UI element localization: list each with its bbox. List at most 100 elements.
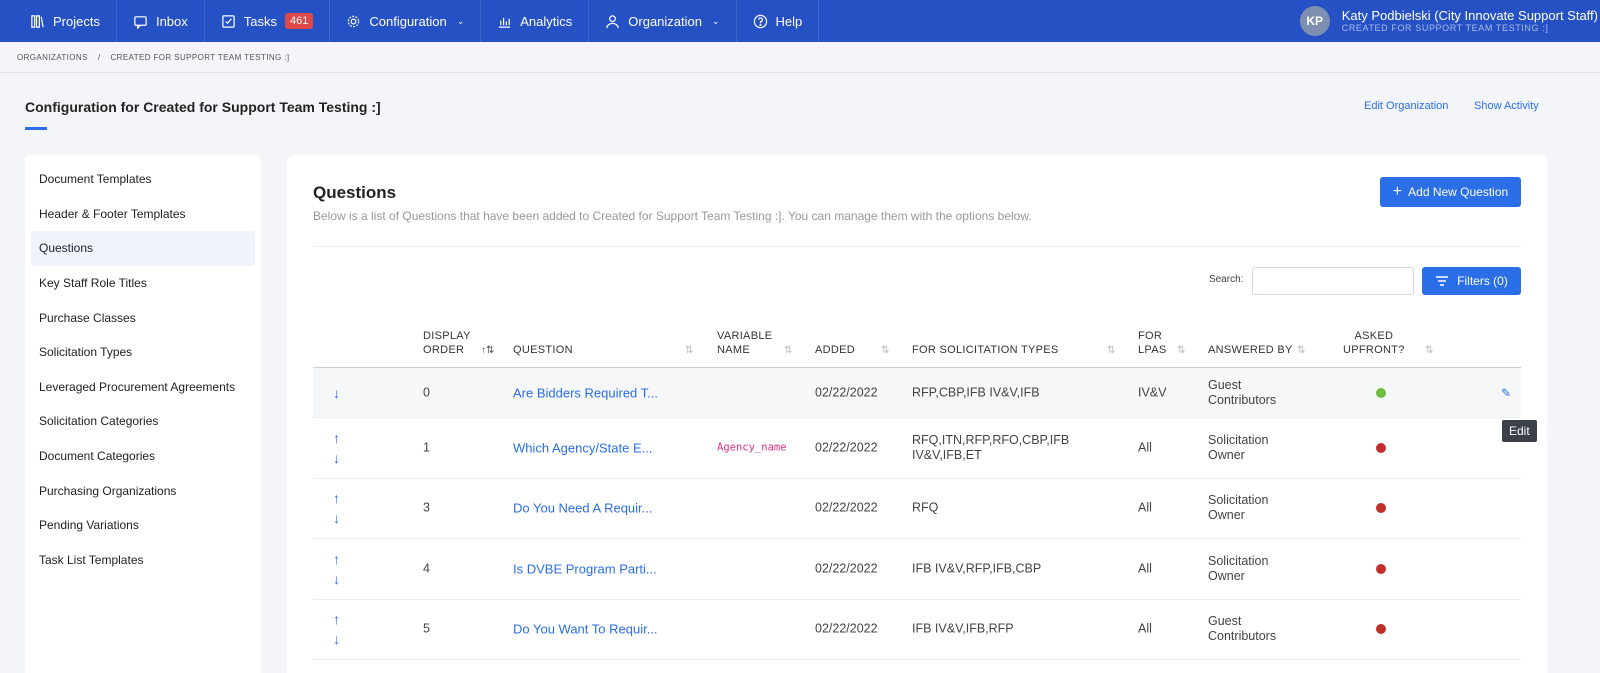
question-link[interactable]: Do You Need A Requir... xyxy=(513,501,653,516)
question-link[interactable]: Is DVBE Program Parti... xyxy=(513,561,657,576)
nav-tasks[interactable]: Tasks 461 xyxy=(205,0,331,42)
sort-icon[interactable]: ⇅ xyxy=(1177,345,1185,356)
sidebar-item-task-list-templates[interactable]: Task List Templates xyxy=(31,543,255,578)
page-title: Configuration for Created for Support Te… xyxy=(25,99,381,115)
sidebar-item-solicitation-categories[interactable]: Solicitation Categories xyxy=(31,404,255,439)
show-activity-link[interactable]: Show Activity xyxy=(1474,100,1539,112)
top-nav: Projects Inbox Tasks 461 Configuration ⌄… xyxy=(0,0,1600,42)
reorder-controls: ↑ ↓ xyxy=(333,549,340,589)
sort-icon[interactable]: ⇅ xyxy=(784,345,792,356)
reorder-controls: ↑ ↓ xyxy=(333,609,340,649)
table-row: ↑ ↓ 1 Which Agency/State E... Agency_name 02/… xyxy=(313,418,1521,479)
cell-answered-by: Solicitation Owner xyxy=(1208,553,1269,583)
sidebar-item-questions[interactable]: Questions xyxy=(31,231,255,266)
nav-analytics[interactable]: Analytics xyxy=(481,0,590,42)
col-display-order[interactable]: DISPLAY ORDER xyxy=(423,329,471,357)
nav-organization[interactable]: Organization ⌄ xyxy=(589,0,737,42)
nav-inbox-label: Inbox xyxy=(155,13,188,29)
nav-projects-label: Projects xyxy=(53,13,100,29)
question-link[interactable]: Are Bidders Required T... xyxy=(513,385,658,400)
col-variable-name-line1: VARIABLE xyxy=(717,330,773,342)
col-lpas[interactable]: FOR LPAS xyxy=(1138,329,1167,357)
reorder-controls: ↑ ↓ xyxy=(333,428,340,468)
sort-icon[interactable]: ⇅ xyxy=(685,345,693,356)
sort-icon[interactable]: ⇅ xyxy=(1297,345,1305,356)
nav-inbox[interactable]: Inbox xyxy=(117,0,205,42)
move-up-icon[interactable]: ↑ xyxy=(333,609,340,629)
pencil-icon[interactable]: ✎ xyxy=(1501,386,1511,400)
user-menu[interactable]: KP Katy Podbielski (City Innovate Suppor… xyxy=(1299,0,1600,42)
sidebar-item-pending-variations[interactable]: Pending Variations xyxy=(31,508,255,543)
add-new-question-button[interactable]: + Add New Question xyxy=(1380,177,1521,207)
sort-icon[interactable]: ⇅ xyxy=(1107,345,1115,356)
sort-asc-icon[interactable]: ↑⇅ xyxy=(481,345,494,356)
status-dot-no xyxy=(1376,503,1386,514)
nav-tasks-label: Tasks xyxy=(243,13,278,29)
nav-help[interactable]: Help xyxy=(737,0,820,42)
question-link[interactable]: Do You Want To Requir... xyxy=(513,622,658,637)
move-down-icon[interactable]: ↓ xyxy=(333,448,340,468)
col-variable-name[interactable]: VARIABLE NAME xyxy=(717,329,772,357)
col-lpas-line1: FOR xyxy=(1138,330,1163,342)
edit-organization-link[interactable]: Edit Organization xyxy=(1364,100,1448,112)
move-up-icon[interactable]: ↑ xyxy=(333,428,340,448)
nav-projects[interactable]: Projects xyxy=(0,0,117,42)
title-underline xyxy=(25,127,47,130)
nav-organization-label: Organization xyxy=(628,13,702,29)
filters-button[interactable]: Filters (0) xyxy=(1422,267,1521,295)
col-solicitation-types[interactable]: FOR SOLICITATION TYPES xyxy=(912,343,1059,357)
breadcrumb-divider xyxy=(0,72,1600,73)
breadcrumb-separator: / xyxy=(97,53,101,62)
user-name: Katy Podbielski (City Innovate Support S… xyxy=(1341,8,1598,23)
nav-analytics-label: Analytics xyxy=(520,13,573,29)
table-row: ↓ 0 Are Bidders Required T... 02/22/2022 RFP… xyxy=(313,368,1521,418)
cell-display-order: 1 xyxy=(423,440,430,455)
questions-panel: Questions Below is a list of Questions t… xyxy=(287,155,1547,673)
sidebar-item-header-footer-templates[interactable]: Header & Footer Templates xyxy=(31,197,255,232)
sort-icon[interactable]: ⇅ xyxy=(881,345,889,356)
table-header: DISPLAY ORDER ↑⇅ QUESTION ⇅ VARIABLE NAME … xyxy=(313,328,1521,368)
cell-lpas: All xyxy=(1138,561,1152,576)
add-new-question-label: Add New Question xyxy=(1408,185,1509,199)
question-link[interactable]: Which Agency/State E... xyxy=(513,440,652,455)
sidebar-item-document-categories[interactable]: Document Categories xyxy=(31,439,255,474)
col-display-order-line1: DISPLAY xyxy=(423,330,471,342)
move-down-icon[interactable]: ↓ xyxy=(333,569,340,589)
sidebar-item-leveraged-procurement-agreements[interactable]: Leveraged Procurement Agreements xyxy=(31,370,255,405)
col-asked-upfront-line2: UPFRONT? xyxy=(1343,344,1405,356)
search-input[interactable] xyxy=(1252,267,1414,295)
plus-icon: + xyxy=(1392,183,1403,200)
table-row: ↑ ↓ 4 Is DVBE Program Parti... 02/22/2022 IFB… xyxy=(313,539,1521,600)
breadcrumb-organizations[interactable]: ORGANIZATIONS xyxy=(17,53,88,62)
sort-icon[interactable]: ⇅ xyxy=(1425,345,1433,356)
col-question[interactable]: QUESTION xyxy=(513,343,573,357)
col-added[interactable]: ADDED xyxy=(815,343,855,357)
sidebar-item-purchasing-organizations[interactable]: Purchasing Organizations xyxy=(31,473,255,508)
section-title: Questions xyxy=(313,183,397,202)
col-answered-by[interactable]: ANSWERED BY xyxy=(1208,343,1293,357)
col-asked-upfront[interactable]: ASKED UPFRONT? xyxy=(1343,329,1405,357)
cell-answered-by: Solicitation Owner xyxy=(1208,432,1269,462)
sidebar-item-purchase-classes[interactable]: Purchase Classes xyxy=(31,300,255,335)
tasks-count-badge: 461 xyxy=(285,13,314,29)
cell-answered-by: Solicitation Owner xyxy=(1208,493,1269,523)
move-down-icon[interactable]: ↓ xyxy=(333,629,340,649)
cell-solicitation-types: RFQ,ITN,RFP,RFO,CBP,IFB IV&V,IFB,ET xyxy=(912,432,1070,462)
move-down-icon[interactable]: ↓ xyxy=(333,383,340,403)
move-up-icon[interactable]: ↑ xyxy=(333,549,340,569)
nav-configuration[interactable]: Configuration ⌄ xyxy=(330,0,482,42)
cell-display-order: 5 xyxy=(423,621,430,636)
chevron-down-icon: ⌄ xyxy=(456,15,465,26)
sidebar-item-document-templates[interactable]: Document Templates xyxy=(31,162,255,197)
cell-solicitation-types: RFQ xyxy=(912,500,939,515)
avatar: KP xyxy=(1299,6,1330,36)
section-subtitle: Below is a list of Questions that have b… xyxy=(313,209,1032,223)
move-up-icon[interactable]: ↑ xyxy=(333,488,340,508)
status-dot-no xyxy=(1376,563,1386,574)
move-down-icon[interactable]: ↓ xyxy=(333,508,340,528)
table-row: ↑ ↓ 5 Do You Want To Requir... 02/22/2022 IFB… xyxy=(313,600,1521,660)
breadcrumb: ORGANIZATIONS / CREATED FOR SUPPORT TEAM… xyxy=(17,53,290,62)
sidebar-item-key-staff-role-titles[interactable]: Key Staff Role Titles xyxy=(31,266,255,301)
sidebar-item-solicitation-types[interactable]: Solicitation Types xyxy=(31,335,255,370)
cell-lpas: All xyxy=(1138,621,1152,636)
